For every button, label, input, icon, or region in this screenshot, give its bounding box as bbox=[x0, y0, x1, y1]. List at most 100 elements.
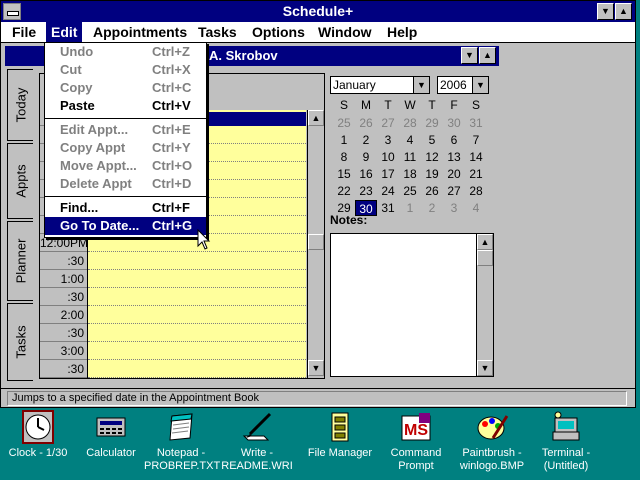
menu-item-delete-appt[interactable]: Delete Appt Ctrl+D bbox=[45, 175, 206, 193]
notes-scroll-down-icon[interactable]: ▼ bbox=[477, 360, 493, 376]
calendar-day[interactable]: 1 bbox=[399, 200, 421, 216]
menu-appointments[interactable]: Appointments bbox=[88, 22, 192, 42]
calendar-day[interactable]: 4 bbox=[399, 132, 421, 148]
menu-item-find[interactable]: Find... Ctrl+F bbox=[45, 199, 206, 217]
menu-file[interactable]: File bbox=[7, 22, 41, 42]
menu-tasks[interactable]: Tasks bbox=[193, 22, 242, 42]
calendar-day[interactable]: 27 bbox=[377, 115, 399, 131]
child-minimize-icon[interactable]: ▼ bbox=[461, 47, 478, 64]
calendar-day[interactable]: 5 bbox=[421, 132, 443, 148]
calendar-day[interactable]: 19 bbox=[421, 166, 443, 182]
calendar-day[interactable]: 29 bbox=[421, 115, 443, 131]
calendar-day[interactable]: 28 bbox=[465, 183, 487, 199]
calendar-day[interactable]: 4 bbox=[465, 200, 487, 216]
appointment-slot[interactable] bbox=[88, 252, 306, 270]
notes-scroll-thumb[interactable] bbox=[477, 250, 493, 266]
month-select[interactable]: January ▼ bbox=[330, 76, 430, 94]
calendar-day[interactable]: 12 bbox=[421, 149, 443, 165]
tab-today[interactable]: Today bbox=[7, 69, 33, 141]
weekday-label: M bbox=[361, 98, 371, 112]
menu-item-copy-appt[interactable]: Copy Appt Ctrl+Y bbox=[45, 139, 206, 157]
menu-item-copy[interactable]: Copy Ctrl+C bbox=[45, 79, 206, 97]
file-manager-app-icon[interactable]: File Manager bbox=[300, 410, 380, 478]
app-title-bar[interactable]: Schedule+ ▼ ▲ bbox=[1, 1, 635, 22]
year-select[interactable]: 2006 ▼ bbox=[437, 76, 489, 94]
calendar-day[interactable]: 20 bbox=[443, 166, 465, 182]
system-menu-button[interactable] bbox=[3, 3, 21, 20]
minimize-icon[interactable]: ▼ bbox=[597, 3, 614, 20]
month-value: January bbox=[333, 78, 376, 92]
calendar-day[interactable]: 2 bbox=[421, 200, 443, 216]
calendar-day[interactable]: 25 bbox=[399, 183, 421, 199]
menu-item-paste[interactable]: Paste Ctrl+V bbox=[45, 97, 206, 115]
calendar-day[interactable]: 13 bbox=[443, 149, 465, 165]
right-pane: January ▼ 2006 ▼ S M T W T F S 25 26 27 28 29 30 31 1 2… bbox=[327, 73, 497, 379]
calendar-day[interactable]: 25 bbox=[333, 115, 355, 131]
calendar-day[interactable]: 1 bbox=[333, 132, 355, 148]
calendar-day[interactable]: 6 bbox=[443, 132, 465, 148]
calendar-day[interactable]: 30 bbox=[443, 115, 465, 131]
appointment-slot[interactable] bbox=[88, 306, 306, 324]
calendar-day[interactable]: 27 bbox=[443, 183, 465, 199]
year-dropdown-icon[interactable]: ▼ bbox=[472, 77, 488, 93]
calendar-day[interactable]: 21 bbox=[465, 166, 487, 182]
calendar-day[interactable]: 26 bbox=[355, 115, 377, 131]
calendar-day[interactable]: 3 bbox=[377, 132, 399, 148]
calendar-day[interactable]: 14 bbox=[465, 149, 487, 165]
paintbrush-app-icon[interactable]: Paintbrush - winlogo.BMP bbox=[452, 410, 532, 478]
tab-appts[interactable]: Appts bbox=[7, 143, 33, 219]
notes-scroll-up-icon[interactable]: ▲ bbox=[477, 234, 493, 250]
menu-item-cut[interactable]: Cut Ctrl+X bbox=[45, 61, 206, 79]
notes-textarea[interactable]: ▲ ▼ bbox=[330, 233, 494, 377]
appointment-slot[interactable] bbox=[88, 342, 306, 360]
notepad-app-icon[interactable]: Notepad - PROBREP.TXT bbox=[144, 410, 220, 478]
calendar-day[interactable]: 31 bbox=[377, 200, 399, 216]
calendar-day[interactable]: 26 bbox=[421, 183, 443, 199]
menu-window[interactable]: Window bbox=[313, 22, 377, 42]
menu-help[interactable]: Help bbox=[382, 22, 422, 42]
calendar-day[interactable]: 17 bbox=[377, 166, 399, 182]
clock-app-icon[interactable]: Clock - 1/30 bbox=[0, 410, 76, 478]
calendar-day[interactable]: 23 bbox=[355, 183, 377, 199]
terminal-app-icon[interactable]: Terminal - (Untitled) bbox=[530, 410, 602, 478]
calendar-day[interactable]: 18 bbox=[399, 166, 421, 182]
calendar-day[interactable]: 24 bbox=[377, 183, 399, 199]
menu-edit[interactable]: Edit bbox=[46, 22, 83, 42]
calendar-day[interactable]: 16 bbox=[355, 166, 377, 182]
appointment-slot[interactable] bbox=[88, 288, 306, 306]
menu-item-go-to-date[interactable]: Go To Date... Ctrl+G bbox=[45, 217, 206, 235]
menu-item-move-appt[interactable]: Move Appt... Ctrl+O bbox=[45, 157, 206, 175]
calendar-day[interactable]: 31 bbox=[465, 115, 487, 131]
appointment-slot[interactable] bbox=[88, 360, 306, 378]
calculator-app-icon[interactable]: Calculator bbox=[76, 410, 146, 478]
scroll-up-icon[interactable]: ▲ bbox=[308, 110, 324, 126]
calendar-day[interactable]: 28 bbox=[399, 115, 421, 131]
menu-item-edit-appt[interactable]: Edit Appt... Ctrl+E bbox=[45, 121, 206, 139]
appointment-slot[interactable] bbox=[88, 270, 306, 288]
calendar-day[interactable]: 7 bbox=[465, 132, 487, 148]
calendar-day[interactable]: 10 bbox=[377, 149, 399, 165]
tab-today-label: Today bbox=[13, 87, 28, 123]
calendar-day[interactable]: 22 bbox=[333, 183, 355, 199]
calendar-day[interactable]: 2 bbox=[355, 132, 377, 148]
appointment-slot[interactable] bbox=[88, 324, 306, 342]
tab-tasks[interactable]: Tasks bbox=[7, 303, 33, 381]
calendar-day[interactable]: 15 bbox=[333, 166, 355, 182]
command-prompt-app-icon[interactable]: MS Command Prompt bbox=[380, 410, 452, 478]
menu-options[interactable]: Options bbox=[247, 22, 310, 42]
month-dropdown-icon[interactable]: ▼ bbox=[413, 77, 429, 93]
scroll-down-icon[interactable]: ▼ bbox=[308, 360, 324, 376]
maximize-icon[interactable]: ▲ bbox=[615, 3, 632, 20]
menu-item-label: Delete Appt bbox=[60, 176, 132, 191]
write-app-icon[interactable]: Write - README.WRI bbox=[214, 410, 300, 478]
calendar-day[interactable]: 8 bbox=[333, 149, 355, 165]
calendar-day[interactable]: 11 bbox=[399, 149, 421, 165]
calendar-day[interactable]: 3 bbox=[443, 200, 465, 216]
scroll-thumb[interactable] bbox=[308, 234, 324, 250]
tab-planner[interactable]: Planner bbox=[7, 221, 33, 301]
menu-item-undo[interactable]: Undo Ctrl+Z bbox=[45, 43, 206, 61]
calendar-day[interactable]: 9 bbox=[355, 149, 377, 165]
notes-scrollbar[interactable]: ▲ ▼ bbox=[476, 234, 493, 376]
child-maximize-icon[interactable]: ▲ bbox=[479, 47, 496, 64]
day-scrollbar[interactable]: ▲ ▼ bbox=[307, 110, 324, 378]
